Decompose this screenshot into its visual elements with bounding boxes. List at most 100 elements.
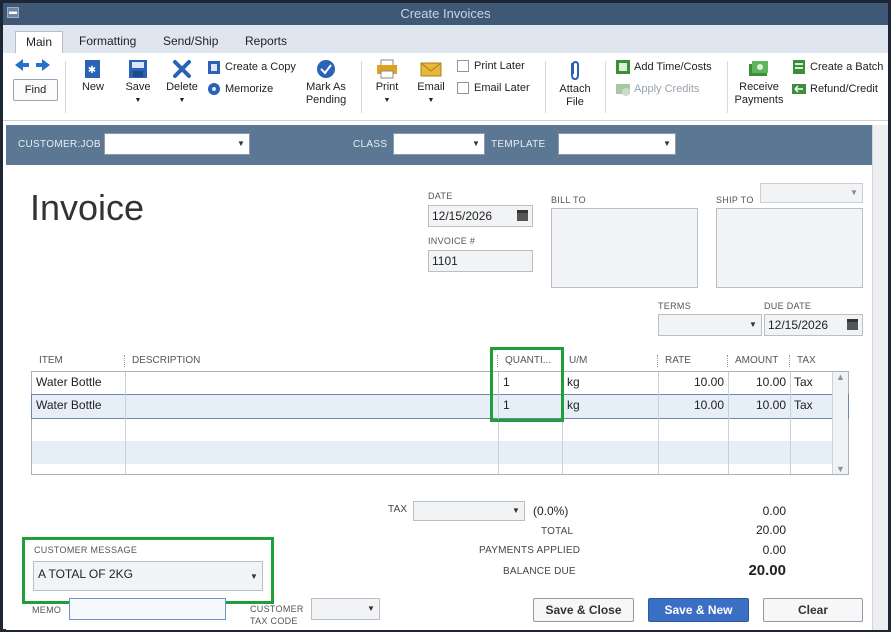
calendar-icon[interactable] — [517, 210, 528, 221]
tab-formatting[interactable]: Formatting — [69, 31, 146, 53]
table-row[interactable]: Water Bottle 1 kg 10.00 10.00 Tax — [31, 394, 849, 419]
save-and-new-button[interactable]: Save & New — [648, 598, 749, 622]
print-later-check[interactable] — [457, 60, 469, 73]
tax-rate: (0.0%) — [533, 504, 569, 518]
add-time-costs-label: Add Time/Costs — [634, 61, 712, 73]
save-and-close-button[interactable]: Save & Close — [533, 598, 634, 622]
column-um[interactable]: U/M — [569, 355, 587, 366]
next-arrow-icon[interactable] — [36, 59, 51, 74]
attach-label: Attach — [559, 83, 591, 95]
row-rate[interactable]: 10.00 — [662, 398, 724, 412]
save-button[interactable]: Save ▼ — [119, 59, 157, 107]
due-date-field[interactable]: 12/15/2026 — [764, 314, 863, 336]
memo-input[interactable] — [69, 598, 226, 620]
apply-credits-label: Apply Credits — [634, 83, 700, 95]
customer-tax-code-dropdown[interactable]: ▼ — [311, 598, 380, 620]
refund-credit-button[interactable]: Refund/Credit — [791, 81, 878, 97]
column-amount[interactable]: AMOUNT — [735, 355, 778, 366]
separator — [727, 61, 728, 113]
save-dropdown-icon[interactable]: ▼ — [119, 94, 157, 107]
chevron-down-icon[interactable]: ▼ — [468, 134, 484, 154]
create-copy-button[interactable]: Create a Copy — [207, 59, 296, 75]
receive-payments-button[interactable]: Receive Payments — [733, 59, 785, 107]
new-button[interactable]: ✱ New — [75, 59, 111, 94]
print-later-label: Print Later — [474, 60, 525, 72]
apply-credits-button[interactable]: Apply Credits — [615, 81, 699, 97]
delete-dropdown-icon[interactable]: ▼ — [163, 94, 201, 107]
tab-main[interactable]: Main — [15, 31, 64, 53]
table-row[interactable] — [32, 418, 848, 441]
clear-button[interactable]: Clear — [763, 598, 863, 622]
invoice-number-value: 1101 — [432, 254, 458, 268]
invoice-number-field[interactable]: 1101 — [428, 250, 533, 272]
system-menu-icon[interactable]: ▬ — [7, 7, 19, 18]
email-later-check[interactable] — [457, 82, 469, 95]
scroll-up-icon[interactable]: ▲ — [836, 372, 845, 382]
attach-file-button[interactable]: Attach File — [553, 59, 597, 109]
total-value: 20.00 — [755, 523, 786, 537]
tab-reports[interactable]: Reports — [235, 31, 297, 53]
tax-item-dropdown[interactable]: ▼ — [413, 501, 525, 521]
column-rate[interactable]: RATE — [665, 355, 691, 366]
chevron-down-icon[interactable]: ▼ — [846, 184, 862, 202]
print-later-checkbox[interactable]: Print Later — [457, 58, 525, 74]
tab-send-ship[interactable]: Send/Ship — [153, 31, 228, 53]
mark-as-pending-button[interactable]: Mark As Pending — [301, 59, 351, 107]
add-time-costs-button[interactable]: Add Time/Costs — [615, 59, 712, 75]
grid-scrollbar[interactable]: ▲ ▼ — [832, 372, 848, 474]
bill-to-box[interactable] — [551, 208, 698, 288]
date-field[interactable]: 12/15/2026 — [428, 205, 533, 227]
column-separator — [727, 355, 729, 367]
email-button[interactable]: Email ▼ — [413, 59, 449, 107]
class-dropdown[interactable]: ▼ — [393, 133, 485, 155]
print-dropdown-icon[interactable]: ▼ — [369, 94, 405, 107]
row-tax[interactable]: Tax — [794, 375, 813, 389]
print-button[interactable]: Print ▼ — [369, 59, 405, 107]
receive-label: Receive — [739, 81, 779, 93]
class-label: CLASS — [353, 139, 388, 150]
scroll-down-icon[interactable]: ▼ — [836, 464, 845, 474]
checkmark-badge-icon — [317, 60, 335, 78]
customer-job-dropdown[interactable]: ▼ — [104, 133, 250, 155]
column-tax[interactable]: TAX — [797, 355, 816, 366]
bill-to-label: BILL TO — [551, 195, 586, 205]
row-amount[interactable]: 10.00 — [730, 375, 786, 389]
delete-button[interactable]: Delete ▼ — [163, 59, 201, 107]
due-date-value: 12/15/2026 — [768, 318, 829, 332]
row-tax[interactable]: Tax — [794, 398, 813, 412]
find-button[interactable]: Find — [13, 79, 58, 101]
customer-message-highlight — [22, 537, 274, 604]
row-rate[interactable]: 10.00 — [662, 375, 724, 389]
ship-to-dropdown[interactable]: ▼ — [760, 183, 863, 203]
row-item[interactable]: Water Bottle — [36, 398, 102, 412]
column-description[interactable]: DESCRIPTION — [132, 355, 200, 366]
row-amount[interactable]: 10.00 — [730, 398, 786, 412]
chevron-down-icon[interactable]: ▼ — [659, 134, 675, 154]
chevron-down-icon[interactable]: ▼ — [745, 315, 761, 335]
terms-dropdown[interactable]: ▼ — [658, 314, 762, 336]
memo-label: MEMO — [32, 605, 62, 615]
create-batch-icon — [793, 60, 805, 75]
chevron-down-icon[interactable]: ▼ — [508, 502, 524, 520]
chevron-down-icon[interactable]: ▼ — [363, 599, 379, 619]
ship-to-box[interactable] — [716, 208, 863, 288]
window-scrollbar[interactable] — [872, 125, 888, 630]
column-item[interactable]: ITEM — [39, 355, 63, 366]
payments-applied-value: 0.00 — [762, 543, 786, 557]
template-dropdown[interactable]: ▼ — [558, 133, 676, 155]
chevron-down-icon[interactable]: ▼ — [233, 134, 249, 154]
calendar-icon[interactable] — [847, 319, 858, 330]
previous-arrow-icon[interactable] — [15, 59, 29, 74]
row-item[interactable]: Water Bottle — [36, 375, 102, 389]
row-um[interactable]: kg — [567, 375, 580, 389]
column-separator — [789, 355, 791, 367]
create-batch-button[interactable]: Create a Batch — [791, 59, 883, 75]
memorize-button[interactable]: Memorize — [207, 81, 273, 97]
tax-amount: 0.00 — [762, 504, 786, 518]
table-row[interactable] — [32, 441, 848, 464]
email-later-checkbox[interactable]: Email Later — [457, 80, 530, 96]
row-um[interactable]: kg — [567, 398, 580, 412]
table-row[interactable]: Water Bottle 1 kg 10.00 10.00 Tax — [32, 372, 848, 395]
email-dropdown-icon[interactable]: ▼ — [413, 94, 449, 107]
paperclip-icon — [571, 60, 579, 81]
